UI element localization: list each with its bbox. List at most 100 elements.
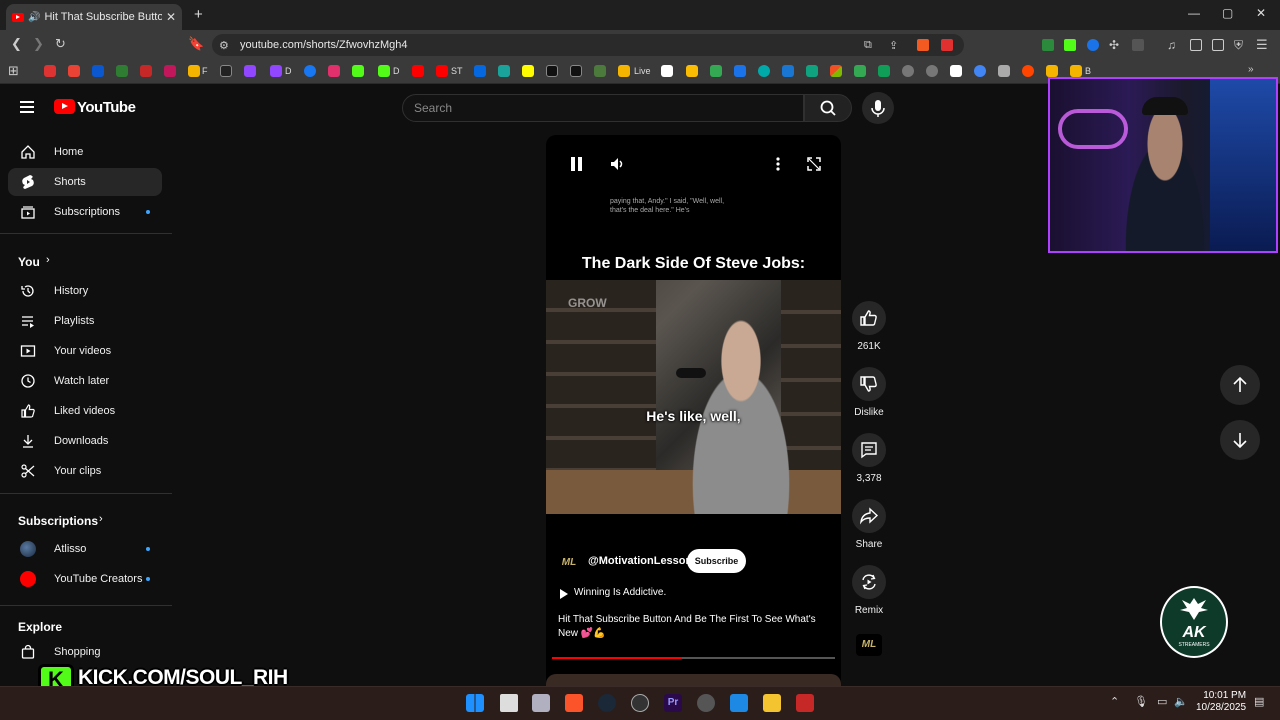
chevron-right-icon[interactable]: › [46,254,50,266]
share-page-icon[interactable]: ⇪ [889,39,898,52]
bookmark-icon[interactable] [734,65,746,77]
bookmark-icon[interactable] [998,65,1010,77]
extension-1-icon[interactable] [1042,39,1054,51]
screenshot-icon[interactable] [1132,39,1144,51]
app-icon[interactable] [532,694,550,712]
bookmark-icon[interactable] [116,65,128,77]
bookmark-label[interactable]: D [285,66,292,76]
sidebar-item-history[interactable]: History [8,277,162,305]
folder-bookmark-icon[interactable] [618,65,630,77]
microsoft-bookmark-icon[interactable] [830,65,842,77]
kick-bookmark-icon[interactable] [352,65,364,77]
facebook-bookmark-icon[interactable] [304,65,316,77]
minimize-window-button[interactable]: — [1188,6,1200,20]
x-bookmark-icon[interactable] [570,65,582,77]
youtube-logo-text[interactable]: YouTube [77,99,136,116]
start-menu-icon[interactable] [466,694,484,712]
remix-button[interactable] [852,565,886,599]
premiere-pro-icon[interactable]: Pr [664,694,682,712]
bookmark-label[interactable]: B [1085,66,1091,76]
snapchat-bookmark-icon[interactable] [522,65,534,77]
next-short-preview[interactable] [546,674,841,686]
sidebar-item-subscriptions[interactable]: Subscriptions [8,198,162,226]
browser-menu-icon[interactable]: ☰ [1256,37,1268,53]
media-controls-icon[interactable]: ♫ [1167,38,1176,52]
app-icon[interactable] [796,694,814,712]
back-button[interactable]: ❮ [11,36,22,52]
show-hidden-icons[interactable]: ⌃ [1110,695,1119,708]
dislike-button[interactable] [852,367,886,401]
browser-tab[interactable]: 🔊 Hit That Subscribe Button An ✕ [6,4,182,30]
close-window-button[interactable]: ✕ [1256,6,1266,20]
you-section-title[interactable]: You [18,255,40,269]
fullscreen-icon[interactable] [806,156,822,172]
sidebar-item-your-videos[interactable]: Your videos [8,337,162,365]
app-icon[interactable] [631,694,649,712]
subscribe-button[interactable]: Subscribe [687,549,746,573]
network-icon[interactable]: ▭ [1157,695,1167,708]
bookmark-icon[interactable] [902,65,914,77]
search-input[interactable] [402,94,804,122]
system-clock[interactable]: 10:01 PM 10/28/2025 [1196,690,1246,714]
video-description[interactable]: Hit That Subscribe Button And Be The Fir… [558,613,833,641]
sidebar-toggle-icon[interactable] [1190,39,1202,51]
bookmark-icon[interactable] [92,65,104,77]
chevron-right-icon[interactable]: › [99,513,103,525]
obs-taskbar-icon[interactable] [697,694,715,712]
close-tab-icon[interactable]: ✕ [166,10,176,24]
bookmark-icon[interactable] [164,65,176,77]
sidebar-item-watch-later[interactable]: Watch later [8,367,162,395]
twitch-bookmark-icon[interactable] [270,65,282,77]
photos-taskbar-icon[interactable] [730,694,748,712]
vpn-icon[interactable]: ⛨ [1234,38,1243,53]
subscription-item[interactable]: Atlisso [8,535,162,563]
bookmark-label[interactable]: F [202,66,208,76]
kick-extension-icon[interactable] [1064,39,1076,51]
guide-menu-icon[interactable] [20,101,34,113]
volume-icon[interactable] [608,155,626,173]
brave-shields-icon[interactable] [917,39,929,51]
site-info-icon[interactable]: ⚙ [219,39,229,52]
bookmark-label[interactable]: Live [634,66,651,76]
forward-button[interactable]: ❯ [33,36,44,52]
bookmark-icon[interactable] [710,65,722,77]
brave-taskbar-icon[interactable] [565,694,583,712]
open-in-app-icon[interactable]: ⧉ [864,39,872,52]
steam-taskbar-icon[interactable] [598,694,616,712]
instagram-bookmark-icon[interactable] [328,65,340,77]
meta-bookmark-icon[interactable] [474,65,486,77]
maximize-window-button[interactable]: ▢ [1222,6,1233,20]
bookmark-icon[interactable] [974,65,986,77]
sidebar-item-shorts[interactable]: Shorts [8,168,162,196]
new-tab-button[interactable]: + [194,6,203,23]
sidebar-item-liked-videos[interactable]: Liked videos [8,397,162,425]
more-options-icon[interactable] [774,155,782,173]
folder-bookmark-icon[interactable] [1070,65,1082,77]
music-title[interactable]: Winning Is Addictive. [574,587,666,598]
task-view-icon[interactable] [500,694,518,712]
bookmark-icon[interactable] [1046,65,1058,77]
subscriptions-section-title[interactable]: Subscriptions [18,514,98,528]
bookmark-icon[interactable] [758,65,770,77]
bookmark-icon[interactable] [806,65,818,77]
notifications-icon[interactable]: ▤ [1254,695,1264,708]
bookmark-icon[interactable] [878,65,890,77]
bookmark-button[interactable]: 🔖 [188,36,204,52]
subscription-item[interactable]: YouTube Creators [8,565,162,593]
progress-bar[interactable] [552,657,835,659]
sidebar-item-home[interactable]: Home [8,138,162,166]
share-button[interactable] [852,499,886,533]
bookmark-icon[interactable] [140,65,152,77]
bookmark-icon[interactable] [498,65,510,77]
bookmark-icon[interactable] [782,65,794,77]
shorts-player[interactable]: paying that, Andy." I said, "Well, well,… [546,135,841,685]
tiktok-bookmark-icon[interactable] [546,65,558,77]
file-explorer-icon[interactable] [763,694,781,712]
address-url[interactable]: youtube.com/shorts/ZfwovhzMgh4 [240,39,408,51]
folder-bookmark-icon[interactable] [188,65,200,77]
gmail-bookmark-icon[interactable] [68,65,80,77]
pause-icon[interactable] [570,157,584,173]
channel-name[interactable]: @MotivationLesson [588,555,692,567]
reddit-bookmark-icon[interactable] [1022,65,1034,77]
bookmark-icon[interactable] [926,65,938,77]
